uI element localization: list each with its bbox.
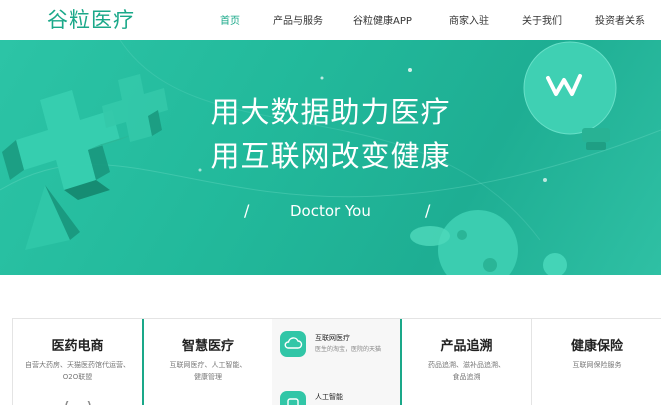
hero-headline-1: 用大数据助力医疗 (210, 95, 451, 129)
card-desc-line: 互联网医疗、人工智能、 (169, 361, 247, 369)
card-desc-line: O2O联盟 (62, 373, 93, 381)
nav-item-products[interactable]: 产品与服务 (273, 15, 323, 29)
nav-item-merchants[interactable]: 商家入驻 (449, 15, 489, 29)
card-insurance[interactable]: 健康保险 互联网保险服务 (531, 319, 661, 405)
card-title: 智慧医疗 (181, 339, 234, 354)
card-image-icon (65, 401, 91, 405)
sub-item-title: 互联网医疗 (315, 334, 350, 342)
sub-item-internet-medical[interactable]: 互联网医疗 医生的淘宝，医院的天猫 (280, 331, 400, 361)
sub-item-ai[interactable]: 人工智能 (280, 391, 400, 405)
cloud-icon (280, 331, 306, 357)
nav-item-about[interactable]: 关于我们 (522, 15, 562, 29)
card-desc-line: 互联网保险服务 (572, 361, 622, 369)
sub-item-title: 人工智能 (315, 393, 343, 401)
robot-icon (280, 391, 306, 405)
nav-item-investors[interactable]: 投资者关系 (595, 15, 645, 29)
card-desc-line: 健康管理 (194, 373, 222, 381)
hero-slogan: Doctor You (290, 202, 371, 220)
card-desc-line: 自营大药房、天猫医药馆代运营、 (25, 361, 130, 369)
card-smart-medical[interactable]: 智慧医疗 互联网医疗、人工智能、 健康管理 (142, 319, 272, 405)
site-header: 谷粒医疗 首页 产品与服务 谷粒健康APP 商家入驻 关于我们 投资者关系 (0, 0, 661, 40)
card-desc-line: 食品追溯 (452, 373, 481, 381)
nav-item-app[interactable]: 谷粒健康APP (353, 15, 412, 29)
card-title: 健康保险 (570, 339, 623, 354)
card-desc: 互联网保险服务 (532, 359, 661, 371)
slash-right: / (425, 201, 431, 220)
hero-banner[interactable]: 用大数据助力医疗 用互联网改变健康 / Doctor You / (0, 40, 661, 275)
service-cards: 医药电商 自营大药房、天猫医药馆代运营、 O2O联盟 智慧医疗 互联网医疗、人工… (12, 318, 661, 405)
card-title: 医药电商 (51, 339, 104, 354)
card-title: 产品追溯 (440, 339, 493, 354)
card-desc: 互联网医疗、人工智能、 健康管理 (144, 359, 272, 383)
nav-item-home[interactable]: 首页 (220, 15, 240, 29)
sub-item-desc: 医生的淘宝，医院的天猫 (315, 346, 382, 353)
smart-medical-subpanel: 互联网医疗 医生的淘宝，医院的天猫 人工智能 (272, 319, 400, 405)
card-ecommerce[interactable]: 医药电商 自营大药房、天猫医药馆代运营、 O2O联盟 (13, 319, 142, 405)
slash-left: / (244, 201, 250, 220)
hero-headline-2: 用互联网改变健康 (210, 139, 451, 173)
site-logo[interactable]: 谷粒医疗 (47, 7, 135, 33)
card-desc: 药品追溯、滋补品追溯、 食品追溯 (402, 359, 531, 383)
card-desc: 自营大药房、天猫医药馆代运营、 O2O联盟 (13, 359, 142, 383)
card-traceability[interactable]: 产品追溯 药品追溯、滋补品追溯、 食品追溯 (400, 319, 531, 405)
card-desc-line: 药品追溯、滋补品追溯、 (428, 361, 505, 369)
